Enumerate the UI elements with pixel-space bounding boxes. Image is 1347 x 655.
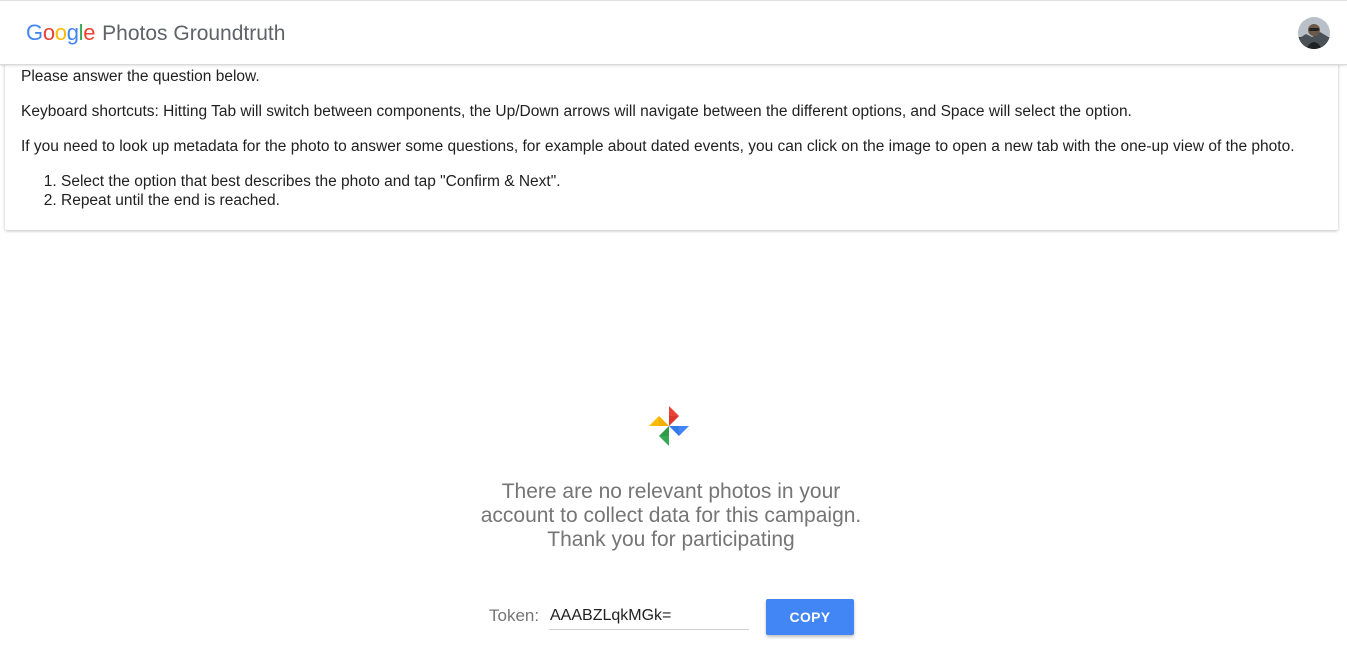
empty-state-line: account to collect data for this campaig… — [480, 504, 862, 527]
logo-letter: e — [83, 20, 96, 45]
instructions-steps: Select the option that best describes th… — [21, 172, 1338, 210]
top-app-bar: Google Photos Groundtruth — [0, 0, 1347, 65]
google-logo: Google — [26, 20, 95, 46]
instructions-intro: Please answer the question below. — [21, 68, 260, 85]
brand: Google Photos Groundtruth — [26, 20, 285, 48]
instructions-card: Please answer the question below. Keyboa… — [5, 60, 1338, 230]
instruction-step: Repeat until the end is reached. — [61, 191, 1338, 210]
logo-letter: o — [54, 20, 67, 45]
empty-state-line: There are no relevant photos in your — [501, 480, 841, 503]
empty-state-message: There are no relevant photos in your acc… — [421, 480, 921, 552]
token-field[interactable] — [549, 603, 749, 630]
user-avatar[interactable] — [1298, 17, 1330, 49]
logo-letter: o — [42, 20, 55, 45]
instruction-step: Select the option that best describes th… — [61, 172, 1338, 191]
logo-letter: G — [26, 20, 43, 45]
token-label: Token: — [489, 606, 540, 625]
avatar-image — [1298, 17, 1330, 49]
instructions-metadata: If you need to look up metadata for the … — [21, 138, 1295, 155]
copy-button[interactable]: COPY — [766, 599, 854, 635]
app-title: Photos Groundtruth — [102, 22, 286, 45]
instructions-shortcuts: Keyboard shortcuts: Hitting Tab will swi… — [21, 103, 1132, 120]
google-photos-pinwheel-icon — [647, 404, 691, 448]
logo-letter: g — [66, 20, 79, 45]
empty-state-line: Thank you for participating — [547, 528, 795, 551]
app-root: Google Photos Groundtruth Please answer … — [0, 0, 1347, 655]
